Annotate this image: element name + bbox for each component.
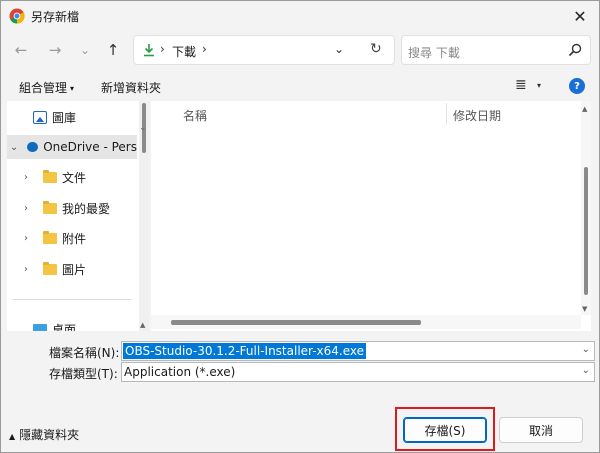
chevron-down-icon: ▾ — [70, 84, 75, 93]
chevron-down-icon[interactable]: ⌄ — [582, 344, 590, 355]
breadcrumb-separator: › — [160, 42, 165, 56]
organize-label: 組合管理 — [19, 81, 68, 95]
scrollbar-thumb[interactable] — [584, 167, 588, 295]
scroll-up-arrow-icon[interactable]: ▲ — [582, 105, 587, 113]
chrome-icon — [9, 8, 25, 24]
save-as-dialog: 另存新檔 ✕ ← → ⌄ ↑ › 下載 › ⌄ ↻ 搜尋 下載 組合管理 ▾ 新… — [0, 0, 600, 453]
onedrive-icon — [26, 142, 39, 152]
filetype-select[interactable]: Application (*.exe) ⌄ — [121, 362, 595, 382]
sidebar-item-pictures[interactable]: › 圖片 — [7, 257, 137, 281]
chevron-right-icon[interactable]: › — [19, 203, 33, 214]
sidebar-item-onedrive[interactable]: ⌄ OneDrive - Pers — [7, 135, 137, 159]
desktop-icon — [33, 324, 47, 331]
highlight-box — [395, 407, 495, 451]
sidebar-item-label: 桌面 — [52, 322, 77, 332]
filetype-value: Application (*.exe) — [124, 365, 236, 379]
sidebar-item-label: 附件 — [62, 231, 87, 246]
file-list-vertical-scrollbar[interactable]: ▲ ▼ — [581, 101, 591, 315]
breadcrumb-separator[interactable]: › — [202, 42, 207, 56]
chevron-right-icon[interactable]: › — [19, 233, 33, 244]
sidebar-item-label: OneDrive - Pers — [43, 140, 137, 154]
navigation-bar: ← → ⌄ ↑ › 下載 › ⌄ ↻ 搜尋 下載 — [1, 31, 599, 69]
refresh-button[interactable]: ↻ — [370, 41, 382, 57]
folder-icon — [43, 169, 57, 183]
folder-icon — [43, 261, 57, 275]
hide-folders-toggle[interactable]: ▲ 隱藏資料夾 — [9, 426, 79, 443]
sidebar-item-desktop[interactable]: 桌面 — [7, 317, 137, 331]
filename-label: 檔案名稱(N): — [49, 346, 120, 360]
chevron-right-icon[interactable]: › — [19, 172, 33, 183]
scroll-up-arrow-icon[interactable]: ▲ — [140, 321, 145, 329]
column-separator[interactable] — [446, 103, 447, 125]
folder-icon — [43, 200, 57, 214]
help-icon[interactable]: ? — [569, 78, 585, 94]
navigation-pane[interactable]: 圖庫 ⌄ OneDrive - Pers › 文件 › 我的最愛 › 附件 › — [7, 101, 149, 331]
view-options-icon[interactable]: ≣ — [515, 77, 527, 93]
folder-icon — [43, 230, 57, 244]
filetype-label: 存檔類型(T): — [49, 367, 118, 381]
filename-value[interactable]: OBS-Studio-30.1.2-Full-Installer-x64.exe — [123, 343, 367, 359]
sidebar-item-favorites[interactable]: › 我的最愛 — [7, 196, 137, 220]
column-header-name[interactable]: 名稱 — [183, 107, 207, 124]
search-placeholder: 搜尋 下載 — [408, 46, 460, 60]
chevron-right-icon[interactable]: › — [19, 264, 33, 275]
filename-field[interactable]: OBS-Studio-30.1.2-Full-Installer-x64.exe… — [121, 341, 595, 361]
window-title: 另存新檔 — [31, 9, 80, 24]
column-header-date-modified[interactable]: 修改日期 — [453, 107, 501, 124]
sidebar-item-documents[interactable]: › 文件 — [7, 165, 137, 189]
up-button[interactable]: ↑ — [103, 40, 123, 60]
sidebar-item-label: 我的最愛 — [62, 201, 111, 216]
sidebar-item-label: 文件 — [62, 170, 87, 185]
new-folder-button[interactable]: 新增資料夾 — [101, 79, 161, 96]
recent-locations-button[interactable]: ⌄ — [75, 40, 95, 60]
scroll-down-arrow-icon[interactable]: ▼ — [582, 305, 587, 313]
forward-button[interactable]: → — [45, 40, 65, 60]
organize-menu[interactable]: 組合管理 ▾ — [19, 79, 74, 96]
address-bar[interactable]: › 下載 › ⌄ ↻ — [133, 35, 395, 65]
sidebar-item-label: 圖片 — [62, 262, 87, 277]
chevron-down-icon[interactable]: ⌄ — [139, 123, 147, 133]
hide-folders-label: 隱藏資料夾 — [19, 428, 80, 442]
file-list[interactable]: 名稱 修改日期 ▲ ▼ — [151, 101, 591, 331]
chevron-down-icon[interactable]: ⌄ — [9, 142, 19, 153]
scrollbar-thumb[interactable] — [171, 320, 421, 325]
close-button[interactable]: ✕ — [569, 6, 591, 26]
sidebar-item-gallery[interactable]: 圖庫 — [7, 105, 137, 129]
back-button[interactable]: ← — [11, 40, 31, 60]
divider — [13, 299, 131, 300]
sidebar-item-attachments[interactable]: › 附件 — [7, 226, 137, 250]
chevron-up-icon: ▲ — [9, 432, 16, 441]
chevron-down-icon[interactable]: ▾ — [537, 81, 541, 90]
title-bar: 另存新檔 ✕ — [1, 1, 599, 31]
search-icon — [568, 43, 582, 57]
chevron-down-icon[interactable]: ⌄ — [582, 365, 590, 376]
file-list-horizontal-scrollbar[interactable] — [151, 315, 581, 329]
sidebar-item-label: 圖庫 — [52, 110, 77, 125]
download-icon — [144, 44, 154, 57]
sidebar-scrollbar[interactable]: ▲ — [139, 101, 149, 331]
command-bar: 組合管理 ▾ 新增資料夾 ≣ ▾ ? — [1, 73, 599, 101]
pictures-icon — [33, 110, 47, 124]
search-box[interactable]: 搜尋 下載 — [401, 35, 591, 65]
breadcrumb-downloads[interactable]: 下載 — [172, 43, 196, 60]
cancel-button[interactable]: 取消 — [499, 417, 583, 443]
address-dropdown-button[interactable]: ⌄ — [334, 42, 344, 56]
